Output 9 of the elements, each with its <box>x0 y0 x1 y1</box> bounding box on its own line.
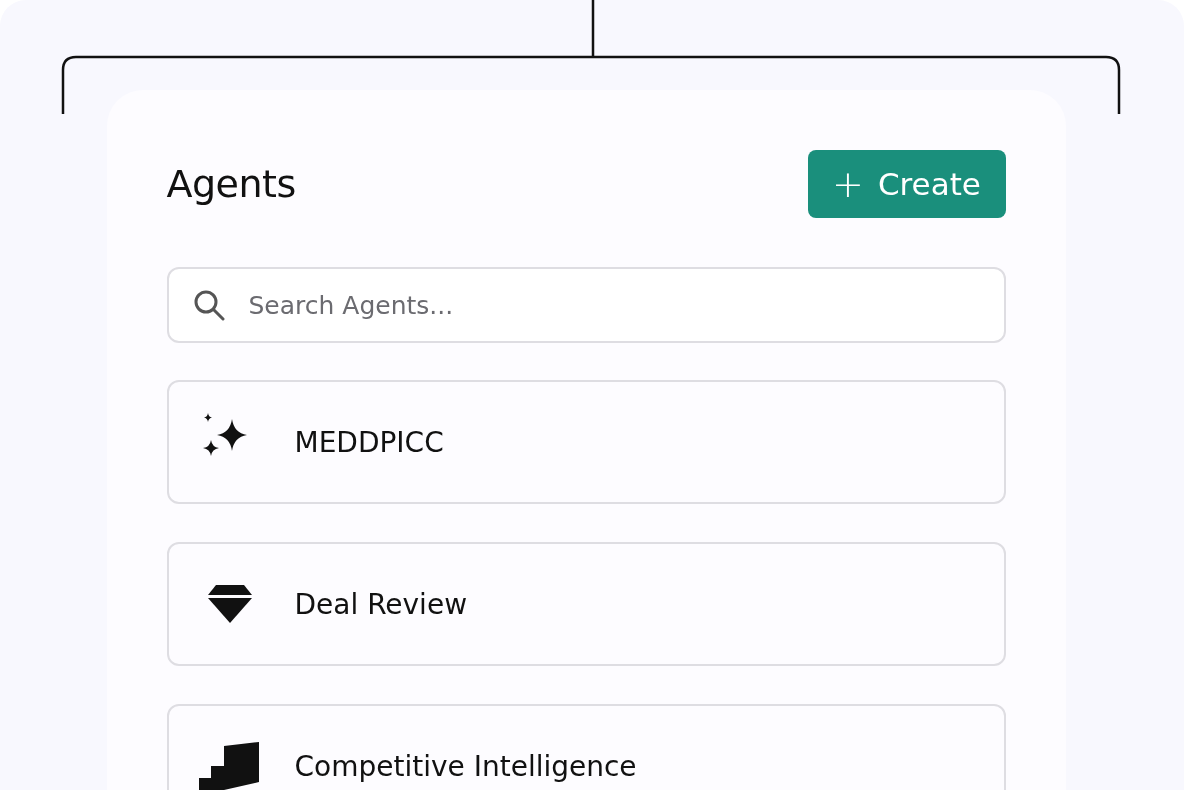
stairs-icon <box>198 742 261 790</box>
create-button[interactable]: + Create <box>807 150 1006 218</box>
agent-card[interactable]: Competitive Intelligence <box>166 704 1006 790</box>
diamond-icon <box>207 585 252 623</box>
agent-card[interactable]: MEDDPICC <box>166 380 1006 504</box>
panel-title: Agents <box>166 162 296 206</box>
search-icon <box>192 289 225 321</box>
agent-card[interactable]: Deal Review <box>166 542 1006 666</box>
search-field[interactable]: Search Agents... <box>166 267 1006 343</box>
